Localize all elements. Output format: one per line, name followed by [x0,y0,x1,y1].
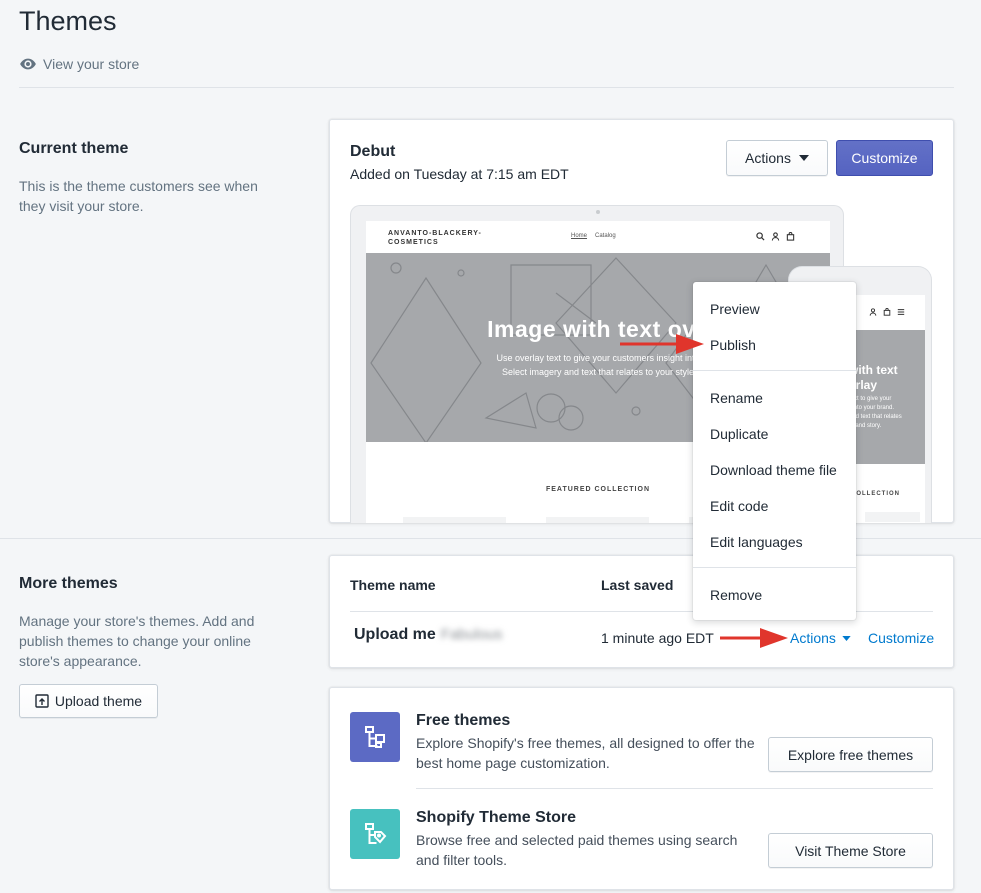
caret-down-icon [842,635,851,641]
view-store-link[interactable]: View your store [19,55,139,73]
preview-product-card [546,517,649,523]
search-icon [756,232,765,241]
row-actions-label: Actions [790,630,836,646]
divider [19,87,954,88]
current-theme-name: Debut [350,143,396,160]
current-theme-description: This is the theme customers see when the… [19,178,258,214]
more-themes-heading: More themes [19,575,118,592]
phone-hero-line: with text [849,363,898,377]
menu-item-duplicate[interactable]: Duplicate [710,426,768,442]
theme-icon [365,726,385,748]
upload-theme-button[interactable]: Upload theme [19,684,158,718]
user-icon [869,308,877,316]
current-theme-heading: Current theme [19,140,129,157]
cart-icon [786,232,795,241]
table-row: Upload me Fabulous [354,626,503,644]
menu-item-preview[interactable]: Preview [710,301,760,317]
phone-header-icons [869,308,905,316]
actions-button-label: Actions [745,150,791,166]
phone-hero-title: with text erlay [849,363,898,393]
phone-hero-line: erlay [849,378,878,392]
annotation-arrow [620,334,704,354]
preview-brand-line: ANVANTO-BLACKERY- [388,230,482,237]
preview-brand-line: COSMETICS [388,239,439,246]
menu-separator [693,370,856,371]
theme-store-icon [365,823,387,844]
menu-icon [897,309,905,315]
more-themes-description: Manage your store's themes. Add and publ… [19,613,255,669]
free-themes-tile [350,712,400,762]
theme-row-name: Upload me [354,626,436,643]
col-last-saved: Last saved [601,577,674,593]
theme-store-tile [350,809,400,859]
preview-product-card [403,517,506,523]
col-theme-name: Theme name [350,577,436,593]
free-themes-description: Explore Shopify's free themes, all desig… [416,735,755,771]
actions-button[interactable]: Actions [726,140,828,176]
annotation-arrow [720,628,788,648]
upload-theme-label: Upload theme [54,693,143,709]
promo-divider [416,788,933,789]
caret-down-icon [798,155,809,161]
upload-icon [35,694,49,708]
menu-item-remove[interactable]: Remove [710,587,762,603]
eye-icon [20,58,36,70]
free-themes-title: Free themes [416,712,511,729]
user-icon [771,232,780,241]
phone-hero-subtitle: text to give your t into your brand. and… [849,396,902,429]
menu-item-edit-languages[interactable]: Edit languages [710,534,803,550]
row-actions-link[interactable]: Actions [790,630,851,646]
phone-product-card [865,512,920,522]
cart-icon [883,308,891,316]
page-title: Themes [19,6,117,36]
phone-featured-heading: COLLECTION [851,491,900,497]
current-theme-added: Added on Tuesday at 7:15 am EDT [350,166,569,182]
customize-button[interactable]: Customize [836,140,933,176]
menu-item-edit-code[interactable]: Edit code [710,498,768,514]
explore-free-themes-button[interactable]: Explore free themes [768,737,933,772]
preview-nav-catalog: Catalog [595,233,616,239]
theme-store-title: Shopify Theme Store [416,809,577,826]
preview-header-icons [756,232,795,241]
actions-dropdown-menu: Preview Publish Rename Duplicate Downloa… [693,282,856,620]
preview-nav: Home Catalog [571,233,616,239]
menu-separator [693,567,856,568]
theme-row-name-blurred: Fabulous [440,626,503,643]
preview-nav-home: Home [571,233,588,239]
menu-item-download[interactable]: Download theme file [710,462,837,478]
menu-item-rename[interactable]: Rename [710,390,763,406]
preview-brand: ANVANTO-BLACKERY- COSMETICS [388,229,482,247]
menu-item-publish[interactable]: Publish [710,337,756,353]
visit-theme-store-button[interactable]: Visit Theme Store [768,833,933,868]
camera-dot [596,210,600,214]
theme-row-saved: 1 minute ago EDT [601,630,714,646]
view-store-label: View your store [43,56,140,72]
theme-store-description: Browse free and selected paid themes usi… [416,832,738,868]
row-customize-link[interactable]: Customize [868,630,934,646]
